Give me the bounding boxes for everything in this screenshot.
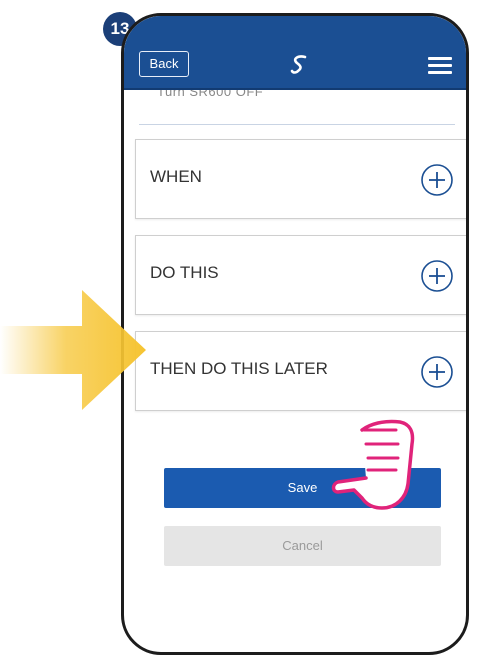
when-card[interactable]: WHEN bbox=[135, 139, 466, 219]
scrolled-list-item: Turn SR600 OFF bbox=[139, 90, 455, 125]
do-this-label: DO THIS bbox=[150, 263, 219, 282]
back-button[interactable]: Back bbox=[139, 51, 189, 77]
scrolled-item-text: Turn SR600 OFF bbox=[157, 90, 264, 99]
app-header: Back bbox=[124, 16, 466, 90]
brand-logo-icon bbox=[290, 55, 307, 74]
then-do-this-later-label: THEN DO THIS LATER bbox=[150, 359, 328, 378]
pointing-hand-icon bbox=[331, 419, 415, 510]
cancel-button[interactable]: Cancel bbox=[164, 526, 441, 566]
do-this-card[interactable]: DO THIS bbox=[135, 235, 466, 315]
add-when-icon[interactable] bbox=[420, 163, 454, 197]
then-do-this-later-card[interactable]: THEN DO THIS LATER bbox=[135, 331, 466, 411]
when-label: WHEN bbox=[150, 167, 202, 186]
hamburger-menu-icon[interactable] bbox=[428, 57, 452, 74]
add-action-icon[interactable] bbox=[420, 259, 454, 293]
phone-frame: Back Turn SR600 OFF WHEN DO THIS THEN DO… bbox=[121, 13, 469, 655]
highlight-arrow-icon bbox=[0, 290, 146, 410]
add-later-action-icon[interactable] bbox=[420, 355, 454, 389]
